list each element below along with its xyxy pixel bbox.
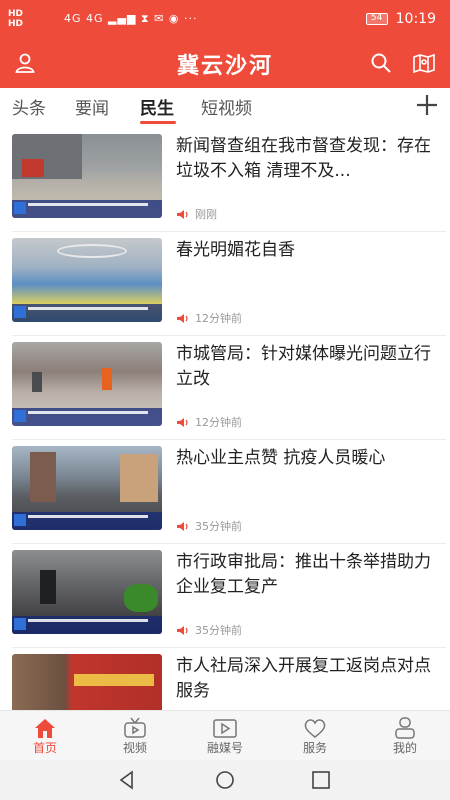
nav-service-label: 服务 — [302, 741, 327, 755]
news-thumbnail — [12, 446, 162, 530]
news-item[interactable]: 新闻督查组在我市督查发现：存在垃圾不入箱 清理不及... 刚刚 — [0, 128, 450, 232]
audio-icon — [177, 521, 188, 531]
news-title: 市行政审批局：推出十条举措助力企业复工复产 — [176, 552, 431, 597]
home-icon — [35, 719, 55, 738]
category-tabs: 头条 要闻 民生 短视频 — [0, 88, 450, 128]
more-dots-icon: ··· — [183, 12, 198, 25]
map-icon — [413, 53, 435, 74]
home-circle-icon[interactable] — [215, 770, 235, 790]
news-thumbnail — [12, 654, 162, 710]
signal-icon: ▂▄▆ — [108, 12, 141, 25]
audio-icon — [177, 417, 188, 427]
news-thumbnail — [12, 550, 162, 634]
nav-media[interactable]: 融媒号 — [180, 711, 270, 761]
hd-label-2: HD — [8, 19, 24, 29]
news-title: 市城管局：针对媒体曝光问题立行立改 — [176, 344, 431, 389]
video-play-icon — [213, 719, 237, 738]
news-meta: 12分钟前 — [176, 414, 242, 430]
audio-icon — [177, 313, 188, 323]
news-title: 市人社局深入开展复工返岗点对点服务 — [176, 656, 431, 701]
tv-icon — [124, 717, 146, 738]
audio-icon — [177, 625, 188, 635]
top-header: HD HD 4G 4G ▂▄▆ ⧗ ✉ ◉ ··· 54 10:19 冀云沙河 — [0, 0, 450, 88]
mail-icon: ✉ — [154, 12, 165, 25]
news-item[interactable]: 春光明媚花自香 12分钟前 — [0, 232, 450, 336]
nav-service[interactable]: 服务 — [270, 711, 360, 761]
signal-indicators: 4G 4G ▂▄▆ ⧗ ✉ ◉ ··· — [64, 12, 197, 26]
search-button[interactable] — [366, 48, 396, 78]
network-label: 4G 4G — [64, 12, 104, 25]
nav-home[interactable]: 首页 — [0, 711, 90, 761]
news-title: 热心业主点赞 抗疫人员暖心 — [176, 448, 386, 468]
bottom-navigation: 首页 视频 融媒号 服务 我的 — [0, 710, 450, 760]
nav-video[interactable]: 视频 — [90, 711, 180, 761]
hourglass-icon: ⧗ — [140, 12, 150, 25]
news-item[interactable]: 市城管局：针对媒体曝光问题立行立改 12分钟前 — [0, 336, 450, 440]
clock: 10:19 — [395, 11, 436, 27]
news-title: 春光明媚花自香 — [176, 240, 295, 260]
news-thumbnail — [12, 134, 162, 218]
map-button[interactable] — [409, 48, 439, 78]
tab-livelihood[interactable]: 民生 — [140, 94, 174, 119]
add-channel-button[interactable] — [412, 90, 442, 120]
hd-label-1: HD — [8, 9, 24, 19]
person-icon — [395, 717, 415, 739]
heart-icon — [304, 719, 326, 738]
notification-icon: ◉ — [168, 12, 180, 25]
nav-video-label: 视频 — [122, 741, 147, 755]
nav-media-label: 融媒号 — [206, 741, 243, 755]
recent-apps-icon[interactable] — [311, 770, 331, 790]
news-title: 新闻督查组在我市督查发现：存在垃圾不入箱 清理不及... — [176, 136, 431, 181]
plus-icon — [417, 95, 437, 115]
back-icon[interactable] — [117, 770, 137, 790]
app-bar: 冀云沙河 — [0, 40, 450, 88]
news-meta: 12分钟前 — [176, 310, 242, 326]
news-item[interactable]: 市人社局深入开展复工返岗点对点服务 — [0, 648, 450, 710]
news-thumbnail — [12, 238, 162, 322]
nav-home-label: 首页 — [32, 741, 57, 755]
news-item[interactable]: 市行政审批局：推出十条举措助力企业复工复产 35分钟前 — [0, 544, 450, 648]
audio-icon — [177, 209, 188, 219]
tab-news[interactable]: 要闻 — [75, 94, 109, 119]
news-meta: 35分钟前 — [176, 518, 242, 534]
tab-headlines[interactable]: 头条 — [12, 94, 46, 119]
status-bar: HD HD 4G 4G ▂▄▆ ⧗ ✉ ◉ ··· 54 10:19 — [0, 0, 450, 40]
tab-short-video[interactable]: 短视频 — [201, 94, 252, 119]
system-navigation-bar — [0, 760, 450, 800]
news-time: 35分钟前 — [195, 520, 242, 533]
news-thumbnail — [12, 342, 162, 426]
battery-icon: 54 — [365, 13, 388, 25]
news-item[interactable]: 热心业主点赞 抗疫人员暖心 35分钟前 — [0, 440, 450, 544]
nav-mine[interactable]: 我的 — [360, 711, 450, 761]
news-time: 12分钟前 — [195, 312, 242, 325]
status-right: 54 10:19 — [365, 11, 436, 27]
news-meta: 35分钟前 — [176, 622, 242, 638]
news-feed: 新闻督查组在我市督查发现：存在垃圾不入箱 清理不及... 刚刚 春光明媚花自香 … — [0, 128, 450, 710]
nav-mine-label: 我的 — [392, 741, 417, 755]
news-meta: 刚刚 — [176, 206, 217, 222]
news-time: 35分钟前 — [195, 624, 242, 637]
news-time: 12分钟前 — [195, 416, 242, 429]
active-tab-indicator — [140, 121, 176, 124]
hd-indicator: HD HD — [8, 9, 23, 29]
search-icon — [371, 53, 391, 73]
news-time: 刚刚 — [195, 208, 217, 221]
